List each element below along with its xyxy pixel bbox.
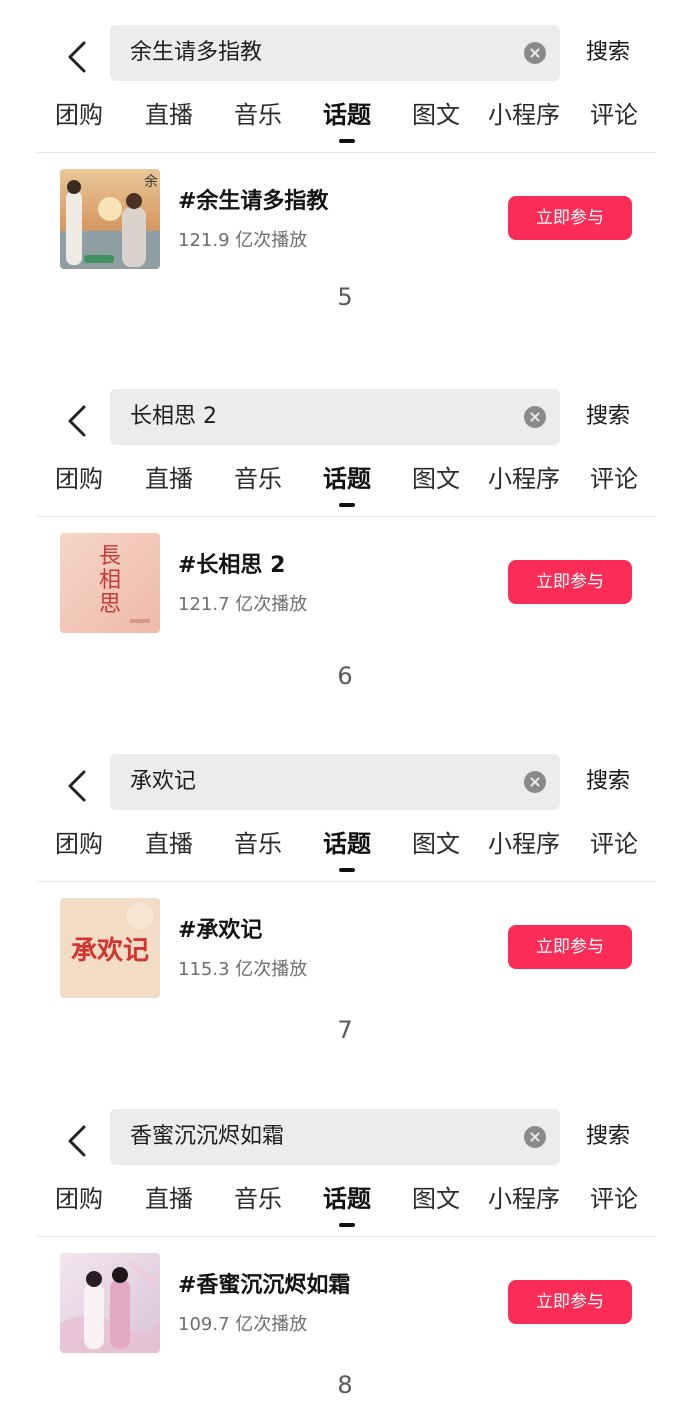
search-input[interactable]: 承欢记: [110, 754, 560, 810]
thumbnail-art-text: 余: [144, 174, 158, 190]
tab-mini-program[interactable]: 小程序: [488, 1177, 560, 1221]
rank-number: 8: [337, 1371, 353, 1399]
tab-music[interactable]: 音乐: [234, 1177, 282, 1221]
join-button[interactable]: 立即参与: [508, 925, 632, 969]
back-button[interactable]: [58, 37, 98, 77]
search-input[interactable]: 香蜜沉沉烬如霜: [110, 1109, 560, 1165]
search-result-panel-4: 香蜜沉沉烬如霜 搜索 团购 直播 音乐 话题 图文 小程序 评论 #香蜜沉沉烬如…: [0, 1109, 690, 1416]
tab-topic-label: 话题: [323, 101, 371, 129]
topic-thumbnail[interactable]: 余: [60, 169, 160, 269]
tab-mini-program[interactable]: 小程序: [488, 822, 560, 866]
category-tabs: 团购 直播 音乐 话题 图文 小程序 评论: [0, 457, 690, 517]
rank-number: 7: [337, 1016, 353, 1044]
topic-thumbnail[interactable]: [60, 1253, 160, 1353]
category-tabs: 团购 直播 音乐 话题 图文 小程序 评论: [0, 93, 690, 153]
tab-topic[interactable]: 话题: [323, 457, 371, 507]
tab-group-buy[interactable]: 团购: [55, 457, 103, 501]
search-result-panel-1: 余生请多指教 搜索 团购 直播 音乐 话题 图文 小程序 评论 余 #余生请多指…: [0, 25, 690, 355]
play-count: 121.9 亿次播放: [178, 230, 308, 251]
tab-group-buy[interactable]: 团购: [55, 822, 103, 866]
tab-comments[interactable]: 评论: [590, 822, 638, 866]
clear-icon[interactable]: [524, 42, 546, 64]
tab-group-buy[interactable]: 团购: [55, 93, 103, 137]
tab-live[interactable]: 直播: [145, 1177, 193, 1221]
chevron-left-icon: [68, 770, 86, 802]
chevron-left-icon: [68, 405, 86, 437]
topic-title[interactable]: #香蜜沉沉烬如霜: [178, 1267, 350, 1299]
tab-mini-program[interactable]: 小程序: [488, 457, 560, 501]
tab-live[interactable]: 直播: [145, 457, 193, 501]
tab-image-text[interactable]: 图文: [412, 457, 460, 501]
join-button[interactable]: 立即参与: [508, 1280, 632, 1324]
clear-icon[interactable]: [524, 771, 546, 793]
divider: [36, 881, 656, 882]
tab-comments[interactable]: 评论: [590, 1177, 638, 1221]
search-button[interactable]: 搜索: [586, 389, 630, 445]
tab-live[interactable]: 直播: [145, 93, 193, 137]
play-count: 121.7 亿次播放: [178, 594, 308, 615]
search-result-panel-2: 长相思 2 搜索 团购 直播 音乐 话题 图文 小程序 评论 長相思 #长相思 …: [0, 389, 690, 719]
divider: [36, 1236, 656, 1237]
thumbnail-art-text: 長相思: [98, 544, 121, 617]
search-button[interactable]: 搜索: [586, 1109, 630, 1165]
tab-music[interactable]: 音乐: [234, 822, 282, 866]
tab-group-buy[interactable]: 团购: [55, 1177, 103, 1221]
back-button[interactable]: [58, 1121, 98, 1161]
rank-number: 5: [337, 283, 353, 311]
active-tab-indicator: [339, 503, 355, 507]
divider: [36, 152, 656, 153]
join-button[interactable]: 立即参与: [508, 196, 632, 240]
search-result-panel-3: 承欢记 搜索 团购 直播 音乐 话题 图文 小程序 评论 承欢记 #承欢记 11…: [0, 754, 690, 1084]
clear-icon[interactable]: [524, 1126, 546, 1148]
tab-image-text[interactable]: 图文: [412, 93, 460, 137]
tab-live[interactable]: 直播: [145, 822, 193, 866]
search-input[interactable]: 余生请多指教: [110, 25, 560, 81]
category-tabs: 团购 直播 音乐 话题 图文 小程序 评论: [0, 822, 690, 882]
drama-poster-image: [60, 1253, 160, 1353]
tab-image-text[interactable]: 图文: [412, 822, 460, 866]
topic-thumbnail[interactable]: 長相思: [60, 533, 160, 633]
tab-topic-label: 话题: [323, 465, 371, 493]
search-query: 承欢记: [130, 769, 197, 794]
tab-comments[interactable]: 评论: [590, 457, 638, 501]
rank-number: 6: [337, 662, 353, 690]
active-tab-indicator: [339, 868, 355, 872]
tab-comments[interactable]: 评论: [590, 93, 638, 137]
search-button[interactable]: 搜索: [586, 754, 630, 810]
topic-thumbnail[interactable]: 承欢记: [60, 898, 160, 998]
thumbnail-art-text: 承欢记: [70, 936, 149, 966]
tab-mini-program[interactable]: 小程序: [488, 93, 560, 137]
tab-music[interactable]: 音乐: [234, 457, 282, 501]
tab-topic-label: 话题: [323, 1185, 371, 1213]
search-input[interactable]: 长相思 2: [110, 389, 560, 445]
join-button[interactable]: 立即参与: [508, 560, 632, 604]
chevron-left-icon: [68, 1125, 86, 1157]
search-button[interactable]: 搜索: [586, 25, 630, 81]
clear-icon[interactable]: [524, 406, 546, 428]
play-count: 115.3 亿次播放: [178, 959, 308, 980]
active-tab-indicator: [339, 1223, 355, 1227]
back-button[interactable]: [58, 401, 98, 441]
divider: [36, 516, 656, 517]
category-tabs: 团购 直播 音乐 话题 图文 小程序 评论: [0, 1177, 690, 1237]
screenshot-stack: 余生请多指教 搜索 团购 直播 音乐 话题 图文 小程序 评论 余 #余生请多指…: [0, 0, 690, 1416]
search-query: 余生请多指教: [130, 40, 263, 65]
tab-topic[interactable]: 话题: [323, 822, 371, 872]
search-query: 香蜜沉沉烬如霜: [130, 1124, 285, 1149]
chevron-left-icon: [68, 41, 86, 73]
topic-title[interactable]: #长相思 2: [178, 547, 285, 579]
play-count: 109.7 亿次播放: [178, 1314, 308, 1335]
tab-topic[interactable]: 话题: [323, 93, 371, 143]
back-button[interactable]: [58, 766, 98, 806]
tab-music[interactable]: 音乐: [234, 93, 282, 137]
search-query: 长相思 2: [130, 404, 217, 429]
active-tab-indicator: [339, 139, 355, 143]
topic-title[interactable]: #余生请多指教: [178, 183, 328, 215]
topic-title[interactable]: #承欢记: [178, 912, 262, 944]
tab-image-text[interactable]: 图文: [412, 1177, 460, 1221]
tab-topic[interactable]: 话题: [323, 1177, 371, 1227]
tab-topic-label: 话题: [323, 830, 371, 858]
